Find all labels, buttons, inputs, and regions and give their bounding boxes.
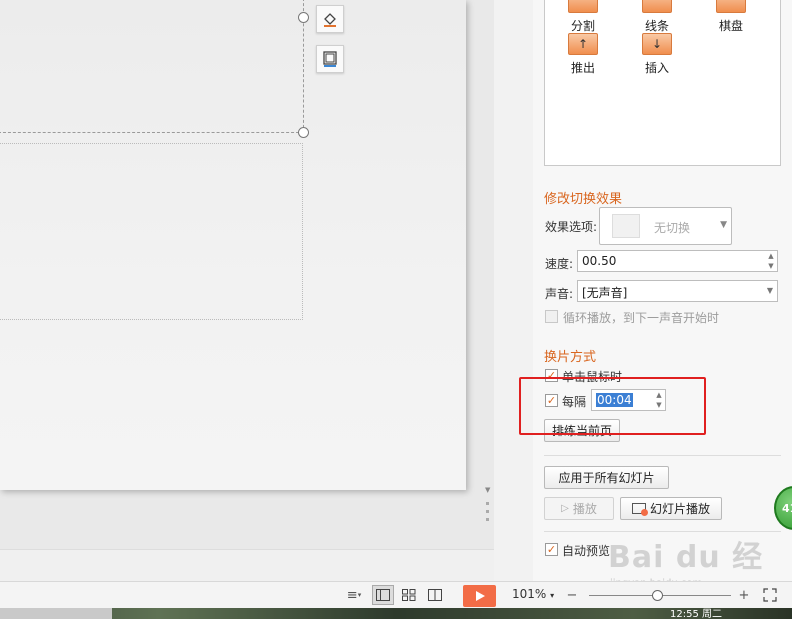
speed-value: 00.50	[582, 254, 617, 268]
zoom-slider-knob[interactable]	[652, 590, 663, 601]
title-placeholder[interactable]	[0, 0, 304, 133]
effect-option-label: 效果选项:	[545, 220, 598, 234]
resize-handle-bottom-right[interactable]	[298, 127, 309, 138]
highlight-annotation	[519, 377, 706, 435]
effect-insert[interactable]: ↓ 插入	[629, 33, 685, 76]
scroll-grip-dot	[486, 518, 489, 521]
sound-value: [无声音]	[582, 286, 628, 300]
spin-arrows-icon[interactable]: ▲ ▼	[766, 252, 776, 270]
reading-view-icon[interactable]	[424, 585, 446, 605]
outline-icon[interactable]	[316, 45, 344, 73]
effect-label: 棋盘	[718, 19, 743, 33]
speed-label: 速度:	[545, 257, 574, 271]
fit-window-icon[interactable]	[759, 585, 781, 605]
insert-icon: ↓	[642, 33, 672, 55]
transition-effect-list[interactable]: 分割 线条 棋盘 ↑ 推出 ↓ 插入	[544, 0, 781, 166]
advance-slide-title: 换片方式	[544, 350, 597, 365]
lines-icon	[642, 0, 672, 13]
slide-transition-pane: 分割 线条 棋盘 ↑ 推出 ↓ 插入 修改切换效果 效果选项: 无切换 ▼ 速度…	[533, 0, 792, 581]
effect-label: 推出	[570, 61, 595, 75]
play-button[interactable]: ▷ 播放	[544, 497, 614, 520]
effect-label: 插入	[644, 61, 669, 75]
slide[interactable]	[0, 0, 466, 490]
scroll-grip-dot	[486, 502, 489, 505]
sound-dropdown[interactable]: [无声音] ▼	[577, 280, 778, 302]
vertical-scrollbar[interactable]: ▼	[481, 0, 494, 549]
effect-preview-icon	[612, 214, 640, 238]
slideshow-icon	[631, 503, 648, 516]
slide-canvas: ▼	[0, 0, 494, 581]
sorter-view-icon[interactable]	[398, 585, 420, 605]
effect-push[interactable]: ↑ 推出	[555, 33, 611, 76]
resize-handle-right[interactable]	[298, 12, 309, 23]
taskbar-item[interactable]	[0, 608, 112, 619]
auto-preview-label: 自动预览	[562, 544, 611, 558]
effect-option-value: 无切换	[654, 221, 691, 235]
zoom-out-button[interactable]: −	[561, 585, 583, 605]
os-taskbar: 12:55 周二	[0, 608, 792, 619]
scroll-down-icon[interactable]: ▼	[485, 486, 490, 494]
status-bar: ≡ ▾ 101% ▾ − +	[0, 581, 792, 608]
slideshow-button-label: 幻灯片播放	[649, 502, 710, 516]
notes-area[interactable]	[0, 549, 494, 581]
zoom-value: 101%	[512, 587, 547, 601]
effect-split[interactable]: 分割	[555, 0, 611, 34]
play-circle-icon: ▷	[561, 503, 569, 514]
split-icon	[568, 0, 598, 13]
effect-option-dropdown[interactable]: 无切换 ▼	[599, 207, 732, 245]
effect-lines[interactable]: 线条	[629, 0, 685, 34]
scroll-grip-dot	[486, 510, 489, 513]
play-button-label: 播放	[572, 502, 597, 516]
subtitle-placeholder[interactable]	[0, 143, 303, 320]
notes-toggle-icon[interactable]: ≡ ▾	[343, 585, 365, 605]
chevron-down-icon: ▾	[550, 591, 555, 600]
slideshow-button[interactable]: 幻灯片播放	[620, 497, 722, 520]
effect-label: 线条	[644, 19, 669, 33]
divider	[544, 455, 781, 456]
taskbar-clock: 12:55 周二	[670, 609, 722, 619]
pane-splitter	[494, 0, 533, 581]
chevron-down-icon: ▼	[720, 220, 727, 230]
modify-effect-title: 修改切换效果	[544, 192, 623, 207]
loop-label: 循环播放，到下一声音开始时	[563, 311, 720, 325]
zoom-level[interactable]: 101% ▾	[512, 587, 554, 601]
checker-icon	[716, 0, 746, 13]
auto-preview-checkbox[interactable]: ✓	[545, 543, 558, 556]
fill-bucket-icon[interactable]	[316, 5, 344, 33]
speed-stepper[interactable]: 00.50 ▲ ▼	[577, 250, 778, 272]
loop-checkbox[interactable]	[545, 310, 558, 323]
effect-checker[interactable]: 棋盘	[703, 0, 759, 34]
sound-label: 声音:	[545, 287, 574, 301]
push-icon: ↑	[568, 33, 598, 55]
slideshow-play-button[interactable]	[463, 585, 496, 607]
zoom-in-button[interactable]: +	[733, 585, 755, 605]
play-icon	[475, 591, 485, 601]
normal-view-icon[interactable]	[372, 585, 394, 605]
apply-to-all-button[interactable]: 应用于所有幻灯片	[544, 466, 669, 489]
effect-label: 分割	[570, 19, 595, 33]
chevron-down-icon: ▼	[766, 286, 773, 295]
